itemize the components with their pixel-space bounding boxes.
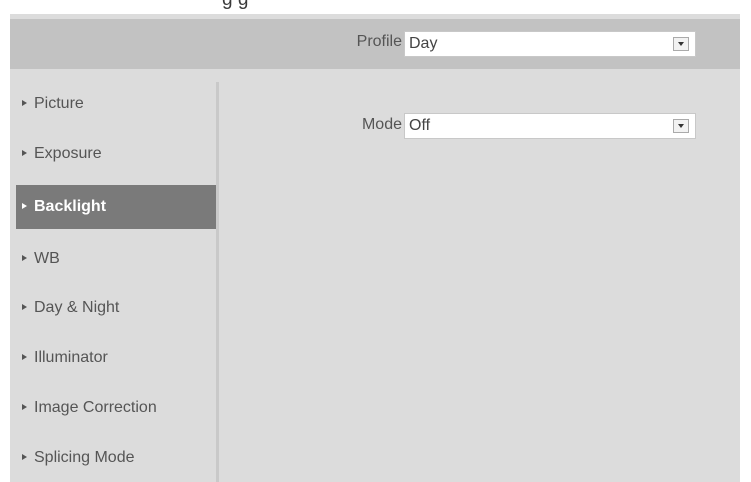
sidebar-item-exposure[interactable]: Exposure (16, 132, 216, 176)
mode-label: Mode (361, 116, 402, 133)
sidebar-item-day-night[interactable]: Day & Night (16, 286, 216, 330)
profile-bar: Profile Day (10, 19, 740, 69)
profile-label: Profile (356, 33, 402, 50)
caret-right-icon (22, 353, 27, 360)
chevron-down-icon[interactable] (673, 119, 689, 133)
cropped-heading-fragment: g g (0, 0, 751, 14)
sidebar-item-label: WB (34, 250, 60, 267)
mode-select[interactable]: Off (404, 113, 696, 139)
sidebar-item-wb[interactable]: WB (16, 237, 216, 281)
caret-right-icon (22, 254, 27, 261)
mode-select-value: Off (409, 117, 431, 134)
sidebar-menu: Picture Exposure Backlight WB Day & Nigh… (10, 82, 219, 482)
sidebar-item-backlight[interactable]: Backlight (16, 185, 216, 229)
caret-right-icon (22, 202, 27, 209)
caret-right-icon (22, 403, 27, 410)
chevron-down-icon[interactable] (673, 37, 689, 51)
cropped-heading-text: g g (222, 0, 248, 11)
sidebar-item-splicing-mode[interactable]: Splicing Mode (16, 436, 216, 480)
sidebar-item-illuminator[interactable]: Illuminator (16, 336, 216, 380)
settings-panel: Profile Day Picture Exposure Backlight W… (10, 14, 740, 482)
sidebar-item-label: Backlight (34, 198, 107, 215)
sidebar-item-label: Splicing Mode (34, 449, 135, 466)
sidebar-item-label: Image Correction (34, 399, 157, 416)
profile-select-value: Day (409, 35, 438, 52)
sidebar-item-label: Illuminator (34, 349, 108, 366)
sidebar-item-label: Picture (34, 95, 84, 112)
profile-select[interactable]: Day (404, 31, 696, 57)
caret-right-icon (22, 303, 27, 310)
caret-right-icon (22, 99, 27, 106)
sidebar-item-image-correction[interactable]: Image Correction (16, 386, 216, 430)
caret-right-icon (22, 149, 27, 156)
sidebar-item-picture[interactable]: Picture (16, 82, 216, 126)
sidebar-item-label: Day & Night (34, 299, 120, 316)
sidebar-item-label: Exposure (34, 145, 102, 162)
caret-right-icon (22, 453, 27, 460)
